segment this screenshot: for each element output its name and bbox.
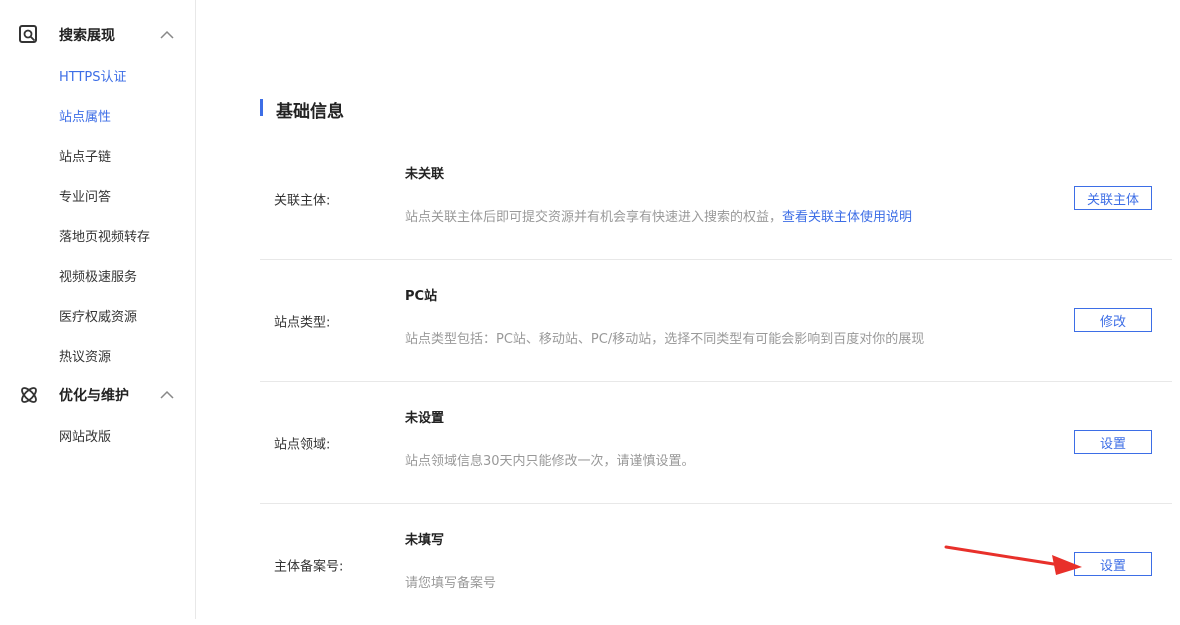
row-value: 未关联 <box>405 167 445 182</box>
annotation-arrow-icon <box>944 545 1082 575</box>
sidebar-item-site-attributes[interactable]: 站点属性 <box>59 106 111 125</box>
sidebar-item-video-speed[interactable]: 视频极速服务 <box>59 266 137 285</box>
sidebar-item-professional-qa[interactable]: 专业问答 <box>59 186 111 205</box>
modify-site-type-button[interactable]: 修改 <box>1074 308 1152 332</box>
set-site-domain-button[interactable]: 设置 <box>1074 430 1152 454</box>
sidebar-item-site-sublinks[interactable]: 站点子链 <box>59 146 111 165</box>
row-description: 站点领域信息30天内只能修改一次，请谨慎设置。 <box>405 454 695 469</box>
sidebar-group-optimization[interactable]: 优化与维护 <box>0 380 195 410</box>
sidebar-group-search-display[interactable]: 搜索展现 <box>0 20 195 50</box>
row-label: 关联主体: <box>274 193 331 209</box>
row-description: 站点关联主体后即可提交资源并有机会享有快速进入搜索的权益，查看关联主体使用说明 <box>405 206 912 225</box>
sidebar-item-landing-video[interactable]: 落地页视频转存 <box>59 226 150 245</box>
atom-icon <box>21 387 37 403</box>
sidebar-group-title: 优化与维护 <box>59 388 129 404</box>
row-value: 未填写 <box>405 533 445 548</box>
info-row-site-type: 站点类型: PC站 站点类型包括：PC站、移动站、PC/移动站，选择不同类型有可… <box>260 259 1172 382</box>
row-label: 主体备案号: <box>274 559 344 575</box>
row-label: 站点类型: <box>274 315 331 331</box>
section-accent-bar <box>260 99 263 116</box>
entity-help-link[interactable]: 查看关联主体使用说明 <box>782 210 912 225</box>
row-description-text: 站点关联主体后即可提交资源并有机会享有快速进入搜索的权益， <box>405 210 783 225</box>
chevron-up-icon[interactable] <box>159 388 175 400</box>
info-row-site-domain: 站点领域: 未设置 站点领域信息30天内只能修改一次，请谨慎设置。 设置 <box>260 381 1172 504</box>
sidebar-item-https[interactable]: HTTPS认证 <box>59 66 127 85</box>
main-content: 基础信息 关联主体: 未关联 站点关联主体后即可提交资源并有机会享有快速进入搜索… <box>196 0 1180 619</box>
row-description: 站点类型包括：PC站、移动站、PC/移动站，选择不同类型有可能会影响到百度对你的… <box>405 332 925 347</box>
associate-entity-button[interactable]: 关联主体 <box>1074 186 1152 210</box>
sidebar-item-medical-authority[interactable]: 医疗权威资源 <box>59 306 137 325</box>
row-value: PC站 <box>405 289 438 304</box>
sidebar-item-hot-discussion[interactable]: 热议资源 <box>59 346 111 365</box>
sidebar-group-title: 搜索展现 <box>59 28 115 44</box>
row-value: 未设置 <box>405 411 445 426</box>
row-description: 请您填写备案号 <box>405 576 497 591</box>
info-row-associated-entity: 关联主体: 未关联 站点关联主体后即可提交资源并有机会享有快速进入搜索的权益，查… <box>260 137 1172 260</box>
sidebar-item-site-revision[interactable]: 网站改版 <box>59 426 111 445</box>
search-display-icon <box>19 25 37 43</box>
sidebar: 搜索展现 HTTPS认证 站点属性 站点子链 专业问答 落地页视频转存 视频极速… <box>0 0 196 619</box>
chevron-up-icon[interactable] <box>159 28 175 40</box>
section-title: 基础信息 <box>276 102 344 122</box>
row-label: 站点领域: <box>274 437 331 453</box>
set-icp-number-button[interactable]: 设置 <box>1074 552 1152 576</box>
